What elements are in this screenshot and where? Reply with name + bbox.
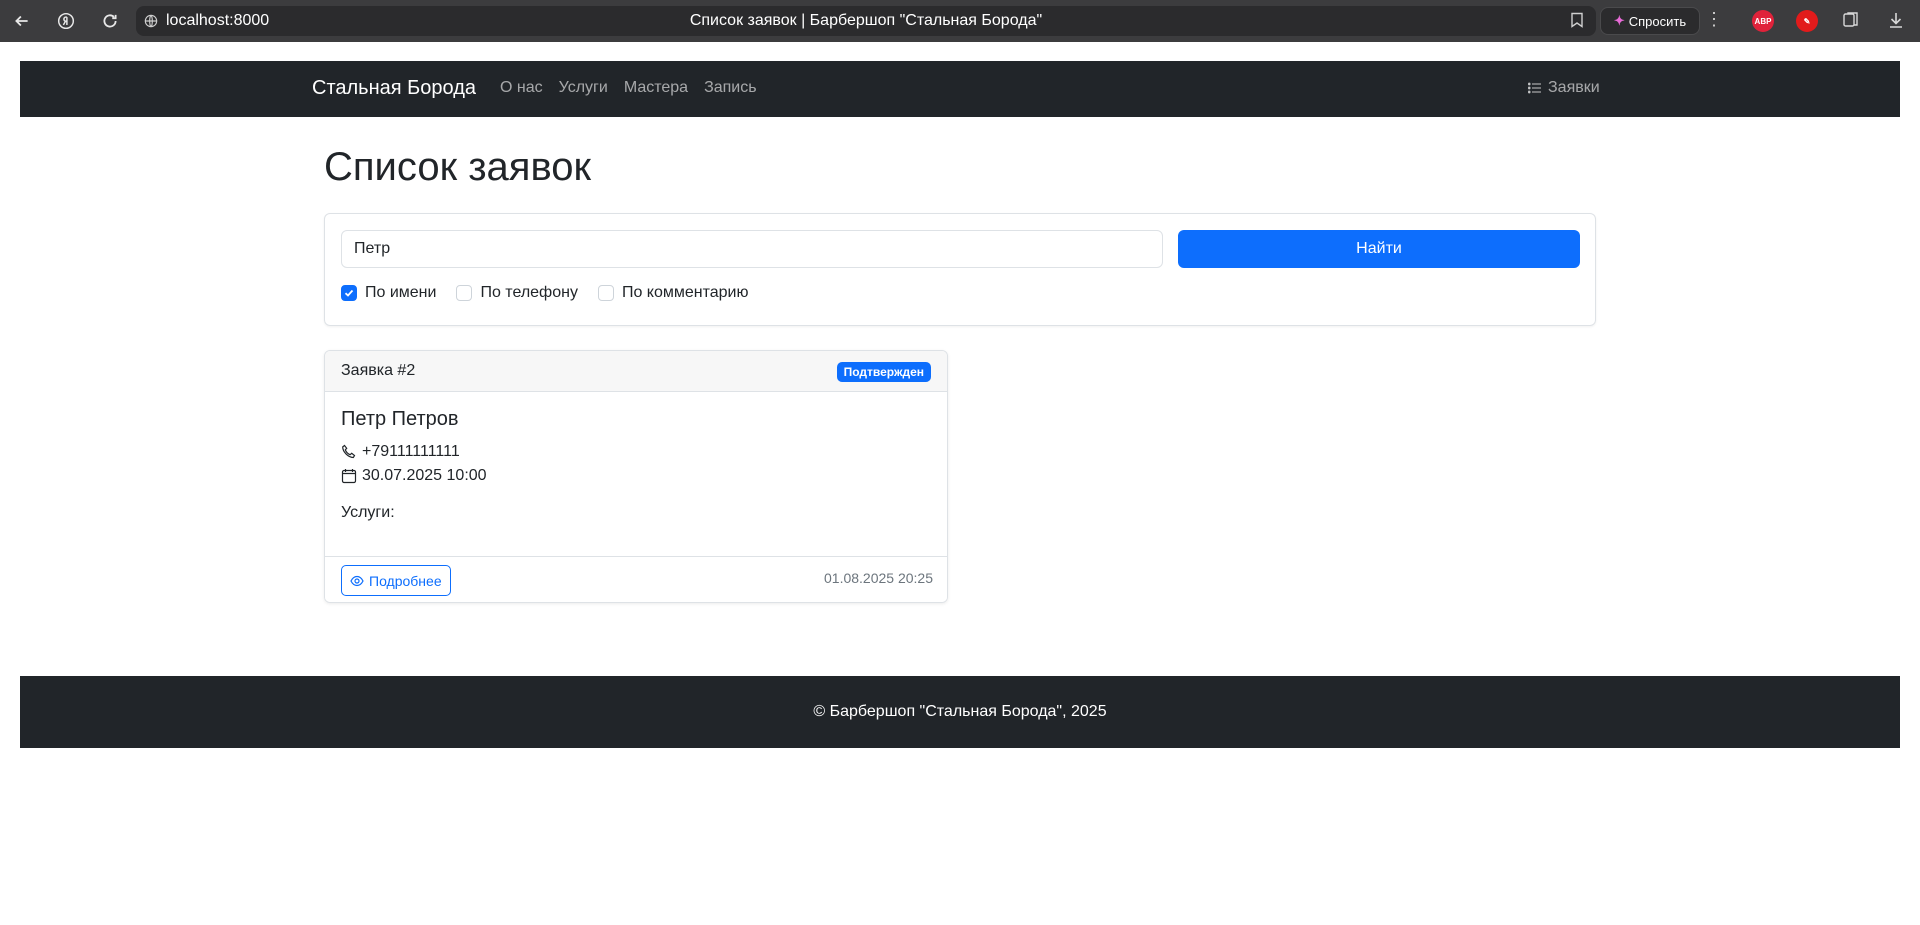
bookmark-icon[interactable] bbox=[1570, 12, 1584, 33]
request-card-footer: Подробнее 01.08.2025 20:25 bbox=[325, 556, 947, 602]
more-icon[interactable]: ⋮ bbox=[1705, 10, 1723, 28]
request-card-header: Заявка #2 Подтвержден bbox=[325, 351, 947, 392]
ai-spark-icon: ✦ bbox=[1613, 13, 1625, 28]
checkbox-unchecked[interactable] bbox=[456, 285, 473, 301]
search-button[interactable]: Найти bbox=[1178, 230, 1580, 268]
phone-row: +79111111111 bbox=[341, 443, 460, 461]
checkbox-unchecked[interactable] bbox=[597, 285, 614, 301]
filter-by-comment[interactable]: По комментарию bbox=[597, 284, 749, 302]
filter-label: По комментарию bbox=[621, 284, 749, 301]
datetime-text: 30.07.2025 10:00 bbox=[362, 467, 487, 484]
extension-icon[interactable]: ✎ bbox=[1796, 10, 1818, 32]
check-icon bbox=[344, 289, 354, 297]
details-button[interactable]: Подробнее bbox=[341, 565, 451, 596]
nav-link-masters[interactable]: Мастера bbox=[624, 79, 688, 97]
request-card: Заявка #2 Подтвержден Петр Петров +79111… bbox=[324, 350, 948, 603]
ask-button[interactable]: ✦ Спросить bbox=[1600, 7, 1700, 35]
request-number: Заявка #2 bbox=[341, 362, 416, 379]
brand-link[interactable]: Стальная Борода bbox=[312, 77, 476, 100]
phone-text: +79111111111 bbox=[362, 443, 460, 460]
details-button-label: Подробнее bbox=[369, 572, 442, 589]
request-card-body: Петр Петров +79111111111 30.07.2025 10:0… bbox=[325, 392, 947, 556]
nav-link-requests[interactable]: Заявки bbox=[1528, 79, 1600, 97]
address-bar[interactable]: localhost:8000 Список заявок | Барбершоп… bbox=[136, 6, 1596, 36]
services-label: Услуги: bbox=[341, 504, 395, 521]
page-title: Список заявок bbox=[324, 145, 591, 189]
search-input[interactable] bbox=[341, 230, 1163, 268]
filter-label: По телефону bbox=[480, 284, 578, 301]
ask-button-label: Спросить bbox=[1628, 13, 1687, 29]
client-name: Петр Петров bbox=[341, 408, 459, 430]
download-icon[interactable] bbox=[1888, 11, 1904, 34]
filter-by-name[interactable]: По имени bbox=[341, 284, 436, 302]
eye-icon bbox=[350, 575, 364, 586]
search-filters: По имени По телефону По комментарию bbox=[341, 284, 749, 302]
checkbox-checked[interactable] bbox=[341, 285, 357, 301]
calendar-icon bbox=[341, 469, 357, 484]
url-text[interactable]: localhost:8000 bbox=[166, 12, 269, 30]
footer-text: © Барбершоп "Стальная Борода", 2025 bbox=[813, 703, 1107, 720]
list-icon bbox=[1528, 82, 1541, 94]
adblock-extension-icon[interactable]: ABP bbox=[1752, 10, 1774, 32]
phone-icon bbox=[342, 444, 356, 459]
site-footer: © Барбершоп "Стальная Борода", 2025 bbox=[20, 676, 1900, 748]
page: Стальная Борода О нас Услуги Мастера Зап… bbox=[20, 61, 1900, 603]
status-badge: Подтвержден bbox=[836, 362, 931, 382]
browser-toolbar: localhost:8000 Список заявок | Барбершоп… bbox=[0, 0, 1920, 42]
collections-icon[interactable] bbox=[1842, 11, 1860, 34]
globe-icon bbox=[136, 14, 166, 28]
reload-icon[interactable] bbox=[88, 0, 132, 42]
filter-label: По имени bbox=[365, 284, 437, 301]
nav-link-requests-label: Заявки bbox=[1548, 79, 1600, 96]
filter-by-phone[interactable]: По телефону bbox=[456, 284, 578, 302]
back-icon[interactable] bbox=[0, 0, 44, 42]
tab-title: Список заявок | Барбершоп "Стальная Боро… bbox=[689, 12, 1043, 29]
nav-link-about[interactable]: О нас bbox=[500, 79, 543, 97]
nav-link-booking[interactable]: Запись bbox=[704, 79, 757, 97]
datetime-row: 30.07.2025 10:00 bbox=[341, 467, 487, 485]
main-container: Список заявок Найти По имени По телефону… bbox=[324, 143, 1596, 603]
navbar: Стальная Борода О нас Услуги Мастера Зап… bbox=[20, 61, 1900, 117]
yandex-icon[interactable] bbox=[44, 0, 88, 42]
nav-link-services[interactable]: Услуги bbox=[559, 79, 608, 97]
search-form: Найти По имени По телефону По комментари… bbox=[324, 213, 1596, 326]
created-at: 01.08.2025 20:25 bbox=[824, 570, 933, 586]
nav-links: О нас Услуги Мастера Запись bbox=[500, 79, 757, 97]
